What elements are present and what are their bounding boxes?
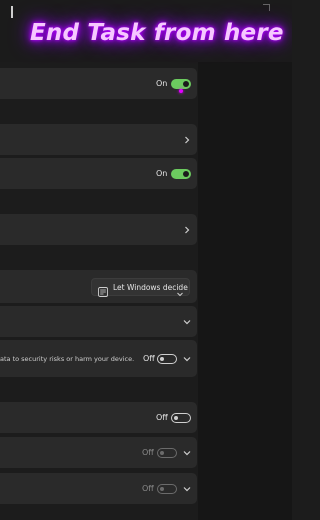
setting-row-disabled-1: Off (0, 437, 197, 468)
row9-toggle[interactable] (171, 413, 191, 423)
end-task-toggle-state: On (156, 79, 168, 88)
chevron-down-icon[interactable] (182, 448, 192, 458)
chevron-right-icon (182, 225, 192, 235)
row10-toggle (157, 448, 177, 458)
chevron-down-icon (182, 317, 192, 327)
windows-manage-icon (98, 282, 108, 297)
row3-toggle[interactable] (171, 169, 191, 179)
menu-icon[interactable] (3, 6, 13, 18)
end-task-overlay-caption: End Task from here (30, 20, 284, 46)
security-description: ata to security risks or harm your devic… (0, 355, 135, 363)
window-corner-icon (263, 4, 270, 11)
let-windows-decide-dropdown[interactable]: Let Windows decide (91, 278, 190, 297)
setting-row-disabled-2: Off (0, 473, 197, 504)
row11-toggle-state: Off (142, 484, 154, 493)
window-right-strip (198, 0, 292, 520)
setting-row-nav-1[interactable] (0, 124, 197, 155)
chevron-right-icon (182, 135, 192, 145)
setting-row-security[interactable]: ata to security risks or harm your devic… (0, 340, 197, 377)
chevron-down-icon (176, 283, 184, 297)
setting-row-toggle-on[interactable]: On (0, 158, 197, 189)
row11-toggle (157, 484, 177, 494)
setting-row-nav-2[interactable] (0, 214, 197, 245)
highlight-dot-icon (179, 89, 183, 93)
security-toggle[interactable] (157, 354, 177, 364)
end-task-toggle[interactable] (171, 79, 191, 89)
settings-screen: End Task from here On On Let Windows dec… (0, 0, 292, 520)
row3-toggle-state: On (156, 169, 168, 178)
row9-toggle-state: Off (156, 413, 168, 422)
security-toggle-state: Off (143, 354, 155, 363)
setting-row-expand-1[interactable] (0, 306, 197, 337)
chevron-down-icon[interactable] (182, 484, 192, 494)
setting-row-end-task[interactable]: On (0, 68, 197, 99)
setting-row-toggle-off-1[interactable]: Off (0, 402, 197, 433)
chevron-down-icon[interactable] (182, 354, 192, 364)
row10-toggle-state: Off (142, 448, 154, 457)
